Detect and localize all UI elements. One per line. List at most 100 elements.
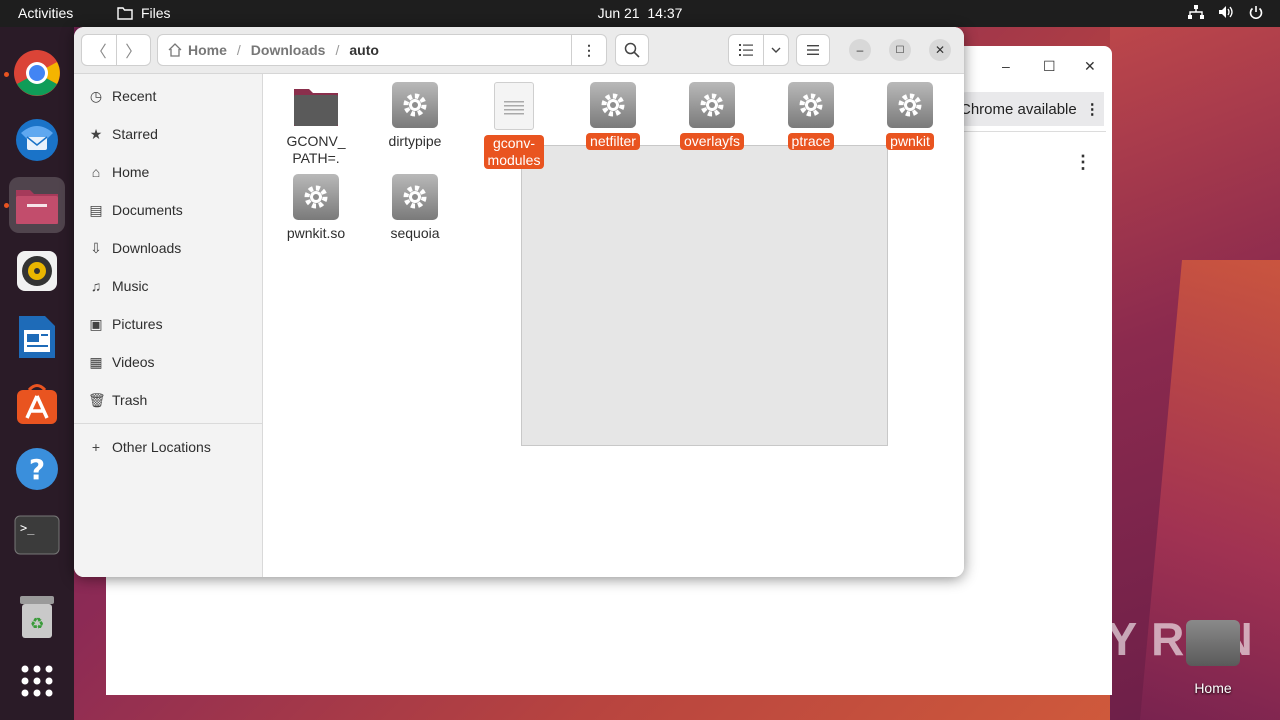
svg-text:♻: ♻ xyxy=(30,614,44,633)
chrome-launcher[interactable] xyxy=(9,45,65,101)
system-tray[interactable] xyxy=(1188,5,1264,19)
desktop-home-item[interactable]: Home xyxy=(1184,620,1242,696)
file-item[interactable]: sequoia xyxy=(369,174,461,242)
sidebar-item-label: Pictures xyxy=(112,316,163,332)
clock[interactable]: Jun 21 14:37 xyxy=(0,5,1280,21)
path-home[interactable]: Home xyxy=(182,42,233,58)
kebab-icon: ⋮ xyxy=(1084,101,1100,118)
svg-text:>_: >_ xyxy=(20,521,35,535)
sidebar-item-recent[interactable]: ◷ Recent xyxy=(88,84,156,108)
view-options-button[interactable] xyxy=(763,34,789,66)
app-menu[interactable]: Files xyxy=(117,5,171,21)
file-label: dirtypipe xyxy=(388,133,442,149)
main-menu-button[interactable] xyxy=(796,34,830,66)
executable-icon xyxy=(788,82,834,128)
document-writer-icon xyxy=(19,316,55,358)
maximize-button[interactable]: ☐ xyxy=(889,39,911,61)
sidebar-item-downloads[interactable]: ⇩ Downloads xyxy=(88,236,181,260)
trash-launcher[interactable]: ♻ xyxy=(9,589,65,645)
forward-icon[interactable]: 〉 xyxy=(117,35,151,65)
file-item[interactable]: pwnkit.so xyxy=(270,174,362,242)
file-item[interactable]: netfilter xyxy=(567,82,659,150)
minimize-icon: – xyxy=(856,43,864,57)
show-apps-button[interactable] xyxy=(9,653,65,709)
sidebar-item-starred[interactable]: ★ Starred xyxy=(88,122,158,146)
top-bar: Activities Files Jun 21 14:37 xyxy=(0,0,1280,27)
minimize-button[interactable]: – xyxy=(849,39,871,61)
picture-icon: ▣ xyxy=(89,315,103,332)
app-store-icon xyxy=(17,384,57,424)
file-label: netfilter xyxy=(586,133,640,150)
app-center-launcher[interactable] xyxy=(9,375,65,431)
chrome-icon xyxy=(14,50,60,96)
executable-icon xyxy=(689,82,735,128)
star-icon: ★ xyxy=(89,125,103,142)
clock-icon: ◷ xyxy=(89,87,103,104)
dock: ? >_ ♻ xyxy=(0,27,74,720)
sidebar-item-label: Other Locations xyxy=(112,439,211,455)
search-button[interactable] xyxy=(615,34,649,66)
executable-icon xyxy=(293,174,339,220)
file-item[interactable]: dirtypipe xyxy=(369,82,461,150)
sidebar-item-videos[interactable]: ▦ Videos xyxy=(88,350,154,374)
sidebar-item-music[interactable]: ♫ Music xyxy=(88,274,149,298)
file-view[interactable]: GCONV_ PATH=. dirtypipe gconv- modules n… xyxy=(263,74,964,577)
rhythmbox-launcher[interactable] xyxy=(9,243,65,299)
close-icon[interactable]: ✕ xyxy=(1084,58,1096,75)
svg-text:?: ? xyxy=(29,453,45,486)
sidebar-item-label: Home xyxy=(112,164,150,180)
file-label: overlayfs xyxy=(679,133,745,150)
video-icon: ▦ xyxy=(89,353,103,370)
grid-icon xyxy=(21,665,53,697)
download-icon: ⇩ xyxy=(90,239,102,256)
chevron-down-icon xyxy=(771,47,781,53)
file-item[interactable]: ptrace xyxy=(765,82,857,150)
path-menu-icon[interactable]: ⋮ xyxy=(571,35,606,65)
executable-icon xyxy=(590,82,636,128)
file-label: gconv- modules xyxy=(483,135,545,169)
sidebar-item-pictures[interactable]: ▣ Pictures xyxy=(88,312,163,336)
help-launcher[interactable]: ? xyxy=(9,441,65,497)
files-launcher[interactable] xyxy=(9,177,65,233)
clock-time: 14:37 xyxy=(647,5,683,21)
back-icon[interactable]: 〈 xyxy=(82,35,117,65)
sidebar-item-other-locations[interactable]: + Other Locations xyxy=(88,435,211,459)
file-item[interactable]: overlayfs xyxy=(666,82,758,150)
text-file-icon xyxy=(494,82,534,130)
rhythmbox-icon xyxy=(17,251,57,291)
path-current[interactable]: auto xyxy=(343,42,385,58)
sidebar-item-label: Trash xyxy=(112,392,148,408)
path-downloads[interactable]: Downloads xyxy=(245,42,332,58)
sidebar-item-documents[interactable]: ▤ Documents xyxy=(88,198,182,222)
close-button[interactable]: ✕ xyxy=(929,39,951,61)
sidebar: ◷ Recent ★ Starred ⌂ Home ▤ Documents ⇩ … xyxy=(74,74,263,577)
chrome-menu-icon[interactable]: ⋮ xyxy=(1074,152,1092,173)
file-item[interactable]: GCONV_ PATH=. xyxy=(270,82,362,167)
view-list-button[interactable] xyxy=(728,34,764,66)
minimize-icon[interactable]: – xyxy=(1002,58,1010,74)
maximize-icon[interactable]: ☐ xyxy=(1043,58,1056,75)
chrome-update-chip[interactable]: Chrome available ⋮ xyxy=(950,92,1104,126)
file-label: pwnkit xyxy=(886,133,934,150)
file-item[interactable]: pwnkit xyxy=(864,82,956,150)
home-icon: ⌂ xyxy=(91,164,101,180)
file-item[interactable]: gconv- modules xyxy=(468,82,560,169)
volume-icon xyxy=(1219,6,1233,18)
terminal-launcher[interactable]: >_ xyxy=(9,507,65,563)
plus-icon: + xyxy=(91,439,101,455)
sidebar-item-trash[interactable]: 🗑 Trash xyxy=(88,388,147,412)
help-icon: ? xyxy=(16,448,58,490)
sidebar-item-label: Music xyxy=(112,278,149,294)
sidebar-divider xyxy=(74,423,262,424)
folder-icon xyxy=(294,89,338,126)
sidebar-item-label: Downloads xyxy=(112,240,182,256)
header-bar: 〈 〉 Home / Downloads / auto ⋮ – ☐ ✕ xyxy=(74,27,964,74)
thunderbird-launcher[interactable] xyxy=(9,111,65,167)
app-name: Files xyxy=(141,5,171,21)
writer-launcher[interactable] xyxy=(9,309,65,365)
trash-icon: ♻ xyxy=(20,596,54,638)
sidebar-item-home[interactable]: ⌂ Home xyxy=(88,160,150,184)
activities-button[interactable]: Activities xyxy=(18,5,73,21)
thunderbird-icon xyxy=(16,119,58,161)
desktop-home-label: Home xyxy=(1194,680,1232,696)
